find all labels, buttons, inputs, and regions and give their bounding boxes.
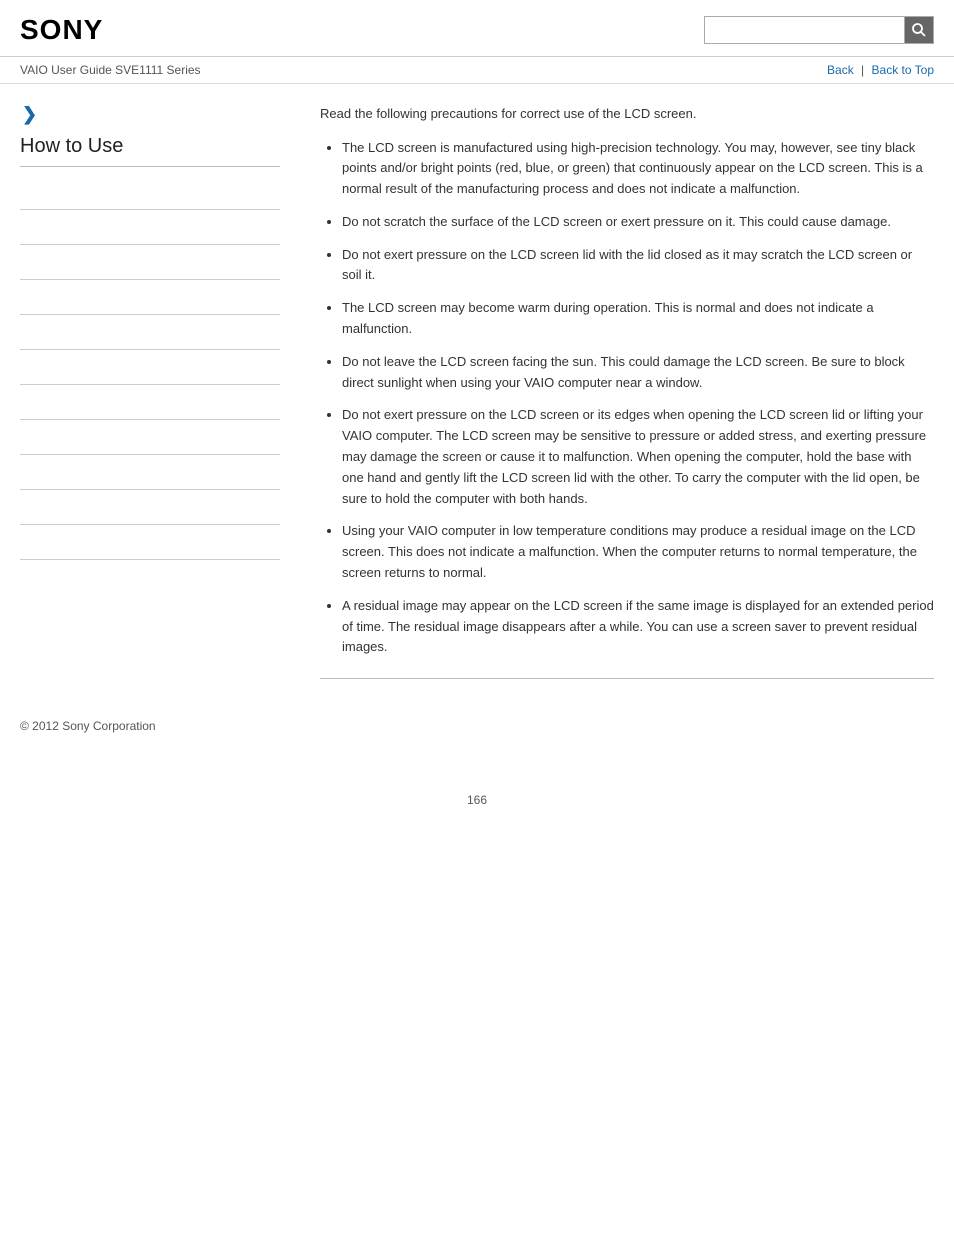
sidebar-item[interactable] — [20, 175, 280, 210]
search-icon — [911, 22, 927, 38]
sidebar-items-list — [20, 175, 280, 560]
guide-title: VAIO User Guide SVE1111 Series — [20, 63, 201, 77]
page-footer: © 2012 Sony Corporation — [0, 699, 954, 753]
search-area — [704, 16, 934, 44]
bullet-item-7: Using your VAIO computer in low temperat… — [342, 521, 934, 583]
search-button[interactable] — [904, 16, 934, 44]
sidebar-item[interactable] — [20, 385, 280, 420]
bullet-item-3: Do not exert pressure on the LCD screen … — [342, 245, 934, 287]
sidebar-item[interactable] — [20, 525, 280, 560]
bullet-item-5: Do not leave the LCD screen facing the s… — [342, 352, 934, 394]
sidebar-chevron: ❯ — [22, 104, 280, 125]
nav-links: Back | Back to Top — [827, 63, 934, 77]
article-content: Read the following precautions for corre… — [300, 104, 934, 679]
bullet-item-1: The LCD screen is manufactured using hig… — [342, 138, 934, 200]
sidebar-title: How to Use — [20, 135, 280, 167]
sidebar-item[interactable] — [20, 245, 280, 280]
content-divider — [320, 678, 934, 679]
sidebar-item[interactable] — [20, 210, 280, 245]
nav-bar: VAIO User Guide SVE1111 Series Back | Ba… — [0, 57, 954, 84]
nav-separator: | — [861, 63, 864, 77]
sidebar-item[interactable] — [20, 420, 280, 455]
bullet-item-8: A residual image may appear on the LCD s… — [342, 596, 934, 658]
copyright-text: © 2012 Sony Corporation — [20, 719, 156, 733]
bullet-item-2: Do not scratch the surface of the LCD sc… — [342, 212, 934, 233]
back-link[interactable]: Back — [827, 63, 854, 77]
sidebar-item[interactable] — [20, 315, 280, 350]
page-number: 166 — [0, 793, 954, 827]
content-bullets: The LCD screen is manufactured using hig… — [320, 138, 934, 659]
sidebar: ❯ How to Use — [20, 104, 300, 679]
sidebar-item[interactable] — [20, 350, 280, 385]
sony-logo: SONY — [20, 14, 103, 46]
main-content: ❯ How to Use Read the following precauti… — [0, 84, 954, 699]
page-header: SONY — [0, 0, 954, 57]
bullet-item-4: The LCD screen may become warm during op… — [342, 298, 934, 340]
sidebar-item[interactable] — [20, 455, 280, 490]
bullet-item-6: Do not exert pressure on the LCD screen … — [342, 405, 934, 509]
sidebar-item[interactable] — [20, 280, 280, 315]
back-to-top-link[interactable]: Back to Top — [872, 63, 934, 77]
search-input[interactable] — [704, 16, 904, 44]
sidebar-item[interactable] — [20, 490, 280, 525]
content-intro: Read the following precautions for corre… — [320, 104, 934, 124]
